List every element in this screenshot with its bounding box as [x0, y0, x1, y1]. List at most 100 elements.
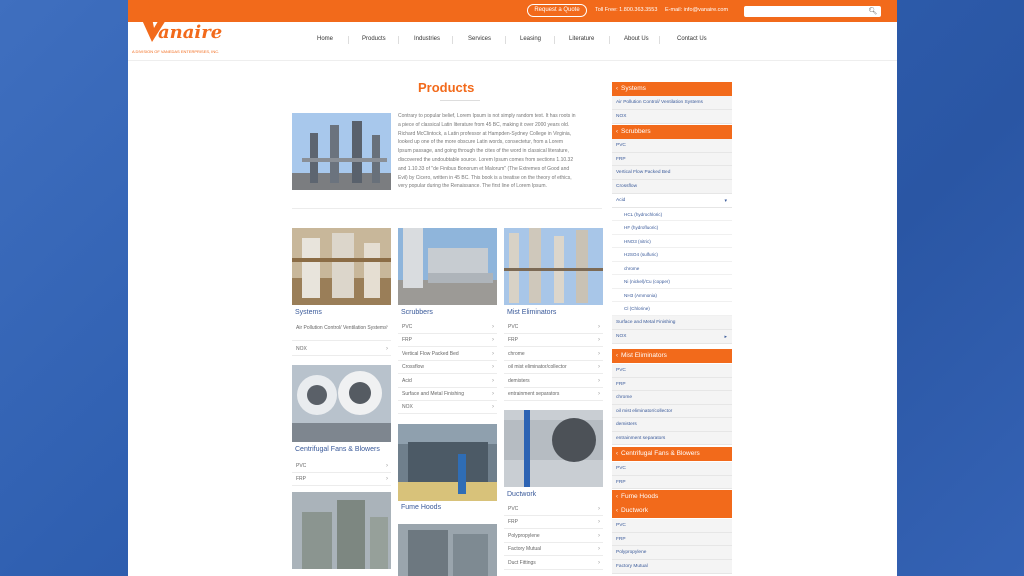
- sidebar-item[interactable]: Air Pollution Control/ Ventilation Syste…: [612, 96, 732, 110]
- nav-home[interactable]: Home: [317, 36, 333, 42]
- nav-divider: [452, 36, 453, 44]
- sidebar-item[interactable]: Surface and Metal Finishing: [612, 316, 732, 330]
- card-image[interactable]: [292, 492, 391, 569]
- sidebar-item[interactable]: Crossflow: [612, 180, 732, 194]
- product-card-fume-hoods: Fume Hoods: [398, 424, 497, 520]
- sidebar-head-mist[interactable]: ‹ Mist Eliminators: [612, 349, 732, 363]
- sidebar-item[interactable]: FRP: [612, 533, 732, 546]
- sidebar-head-fume-hoods[interactable]: ‹ Fume Hoods: [612, 490, 732, 504]
- sidebar-item[interactable]: oil mist eliminator/collector: [612, 405, 732, 418]
- sidebar-subitem[interactable]: H2SO4 (sulfuric): [612, 248, 732, 262]
- card-link[interactable]: PVC ›: [504, 321, 603, 334]
- sidebar-subitem[interactable]: NH3 (Ammonia): [612, 289, 732, 302]
- sidebar-item-acid[interactable]: Acid ▾: [612, 194, 732, 208]
- card-link[interactable]: FRP ›: [504, 516, 603, 529]
- product-card-ductwork: Ductwork PVC › FRP › Polypropylene › Factor…: [504, 410, 603, 576]
- card-link[interactable]: oil mist eliminator/collector ›: [504, 361, 603, 374]
- nav-services[interactable]: Services: [468, 36, 491, 42]
- card-title[interactable]: Centrifugal Fans & Blowers: [295, 446, 380, 453]
- card-link[interactable]: Acid ›: [398, 374, 497, 388]
- card-link[interactable]: Factory Mutual ›: [504, 543, 603, 556]
- card-image[interactable]: [504, 410, 603, 487]
- sidebar-item[interactable]: PVC: [612, 519, 732, 533]
- card-link[interactable]: PVC ›: [398, 321, 497, 334]
- sidebar-item[interactable]: Factory Mutual: [612, 560, 732, 574]
- nav-literature[interactable]: Literature: [569, 36, 594, 42]
- card-image[interactable]: [292, 365, 391, 442]
- sidebar-subitem[interactable]: HNO3 (nitric): [612, 235, 732, 248]
- nav-products[interactable]: Products: [362, 36, 386, 42]
- sidebar-item[interactable]: FRP: [612, 378, 732, 391]
- sidebar-item[interactable]: FRP: [612, 476, 732, 489]
- card-link[interactable]: entrainment separators ›: [504, 388, 603, 401]
- chevron-left-icon: ‹: [616, 353, 618, 359]
- card-title[interactable]: Ductwork: [507, 491, 536, 498]
- sidebar-item[interactable]: PVC: [612, 139, 732, 153]
- sidebar-item[interactable]: Vertical Flow Packed Bed: [612, 166, 732, 180]
- card-image[interactable]: [398, 524, 497, 576]
- card-link[interactable]: Surface and Metal Finishing ›: [398, 388, 497, 401]
- card-link[interactable]: FRP ›: [398, 334, 497, 347]
- card-link[interactable]: PVC ›: [504, 503, 603, 516]
- chevron-right-icon: ›: [386, 324, 388, 330]
- sidebar-head-systems[interactable]: ‹ Systems: [612, 82, 732, 96]
- search-icon[interactable]: 🔍︎: [867, 7, 879, 16]
- nav-leasing[interactable]: Leasing: [520, 36, 541, 42]
- header-divider: [128, 60, 897, 61]
- chevron-right-icon: ›: [598, 391, 600, 397]
- product-card-panel: [398, 524, 497, 576]
- sidebar-item[interactable]: chrome: [612, 391, 732, 405]
- sidebar-subitem[interactable]: Cl (Chlorine): [612, 302, 732, 316]
- card-link[interactable]: FRP ›: [292, 473, 391, 486]
- sidebar-subitem[interactable]: HF (hydrofluoric): [612, 221, 732, 235]
- email-text[interactable]: E-mail: info@vanaire.com: [665, 7, 728, 13]
- card-link[interactable]: Crossflow ›: [398, 361, 497, 374]
- sidebar-item[interactable]: NOX ▸: [612, 330, 732, 344]
- card-link[interactable]: PVC ›: [292, 460, 391, 473]
- chevron-right-icon: ›: [492, 351, 494, 357]
- card-title[interactable]: Scrubbers: [401, 309, 433, 316]
- card-title[interactable]: Systems: [295, 309, 322, 316]
- card-title[interactable]: Fume Hoods: [401, 504, 441, 511]
- card-link[interactable]: Duct Fittings ›: [504, 556, 603, 570]
- card-link[interactable]: NOX ›: [292, 343, 391, 356]
- card-image[interactable]: [504, 228, 603, 305]
- sidebar-item[interactable]: NOX: [612, 110, 732, 124]
- card-image[interactable]: [398, 228, 497, 305]
- nav-contact[interactable]: Contact Us: [677, 36, 707, 42]
- tollfree-text: Toll Free: 1.800.363.3553: [595, 7, 658, 13]
- chevron-right-icon: ›: [492, 378, 494, 384]
- top-bar: Request a Quote Toll Free: 1.800.363.355…: [128, 0, 897, 22]
- sidebar-item[interactable]: FRP: [612, 153, 732, 166]
- card-link[interactable]: Polypropylene ›: [504, 529, 603, 543]
- browser-page: Request a Quote Toll Free: 1.800.363.355…: [128, 0, 897, 576]
- card-image[interactable]: [292, 228, 391, 305]
- sidebar-head-ductwork[interactable]: ‹ Ductwork: [612, 504, 732, 518]
- card-title[interactable]: Mist Eliminators: [507, 309, 556, 316]
- sidebar-item[interactable]: Polypropylene: [612, 546, 732, 560]
- sidebar-head-fans[interactable]: ‹ Centrifugal Fans & Blowers: [612, 447, 732, 461]
- chevron-right-icon: ›: [386, 476, 388, 482]
- sidebar-item[interactable]: demisters: [612, 418, 732, 432]
- card-link[interactable]: demisters ›: [504, 374, 603, 388]
- card-link[interactable]: NOX ›: [398, 401, 497, 414]
- nav-divider: [505, 36, 506, 44]
- nav-industries[interactable]: Industries: [414, 36, 440, 42]
- nav-about[interactable]: About Us: [624, 36, 649, 42]
- request-quote-button[interactable]: Request a Quote: [527, 4, 587, 17]
- chevron-right-icon: ›: [598, 324, 600, 330]
- card-link[interactable]: chrome ›: [504, 347, 603, 361]
- sidebar-item[interactable]: PVC: [612, 364, 732, 378]
- search-input[interactable]: 🔍︎: [744, 6, 881, 17]
- sidebar-item[interactable]: entrainment separators: [612, 432, 732, 445]
- intro-paragraph: Contrary to popular belief, Lorem Ipsum …: [398, 113, 576, 190]
- card-link[interactable]: Vertical Flow Packed Bed ›: [398, 347, 497, 361]
- sidebar-subitem[interactable]: Ni (nickel)/Cu (copper): [612, 275, 732, 289]
- sidebar-subitem[interactable]: HCL (hydrochloric): [612, 208, 732, 221]
- card-link[interactable]: FRP ›: [504, 334, 603, 347]
- sidebar-subitem[interactable]: chrome: [612, 262, 732, 275]
- card-link[interactable]: Air Pollution Control/ Ventilation Syste…: [292, 323, 391, 341]
- card-image[interactable]: [398, 424, 497, 501]
- sidebar-item[interactable]: PVC: [612, 462, 732, 476]
- sidebar-head-scrubbers[interactable]: ‹ Scrubbers: [612, 125, 732, 139]
